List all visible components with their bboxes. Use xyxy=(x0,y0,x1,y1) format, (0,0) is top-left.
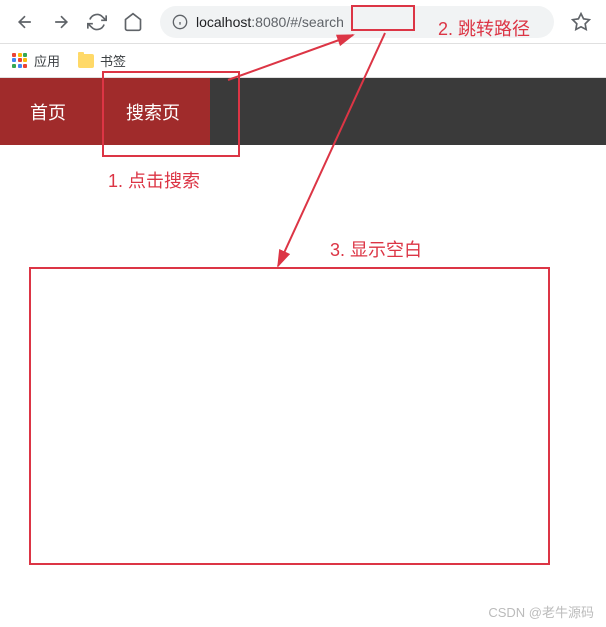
url-text: localhost:8080/#/search xyxy=(196,14,344,30)
folder-icon xyxy=(78,54,94,68)
back-button[interactable] xyxy=(8,5,42,39)
nav-item-home[interactable]: 首页 xyxy=(0,78,96,145)
home-button[interactable] xyxy=(116,5,150,39)
annotation-label-2: 2. 跳转路径 xyxy=(438,15,530,41)
reload-button[interactable] xyxy=(80,5,114,39)
header-nav: 首页 搜索页 xyxy=(0,78,606,145)
info-icon xyxy=(172,14,188,30)
bookmark-star-button[interactable] xyxy=(564,5,598,39)
bookmark-folder-label: 书签 xyxy=(100,51,126,70)
nav-item-search[interactable]: 搜索页 xyxy=(96,78,210,145)
annotation-label-1: 1. 点击搜索 xyxy=(108,167,200,193)
forward-button[interactable] xyxy=(44,5,78,39)
annotation-box-content xyxy=(29,267,550,565)
apps-button[interactable]: 应用 xyxy=(12,51,60,70)
apps-label: 应用 xyxy=(34,51,60,70)
watermark: CSDN @老牛源码 xyxy=(488,602,594,621)
bookmark-folder[interactable]: 书签 xyxy=(78,51,126,70)
bookmarks-bar: 应用 书签 xyxy=(0,44,606,78)
annotation-label-3: 3. 显示空白 xyxy=(330,236,422,262)
apps-grid-icon xyxy=(12,53,28,69)
